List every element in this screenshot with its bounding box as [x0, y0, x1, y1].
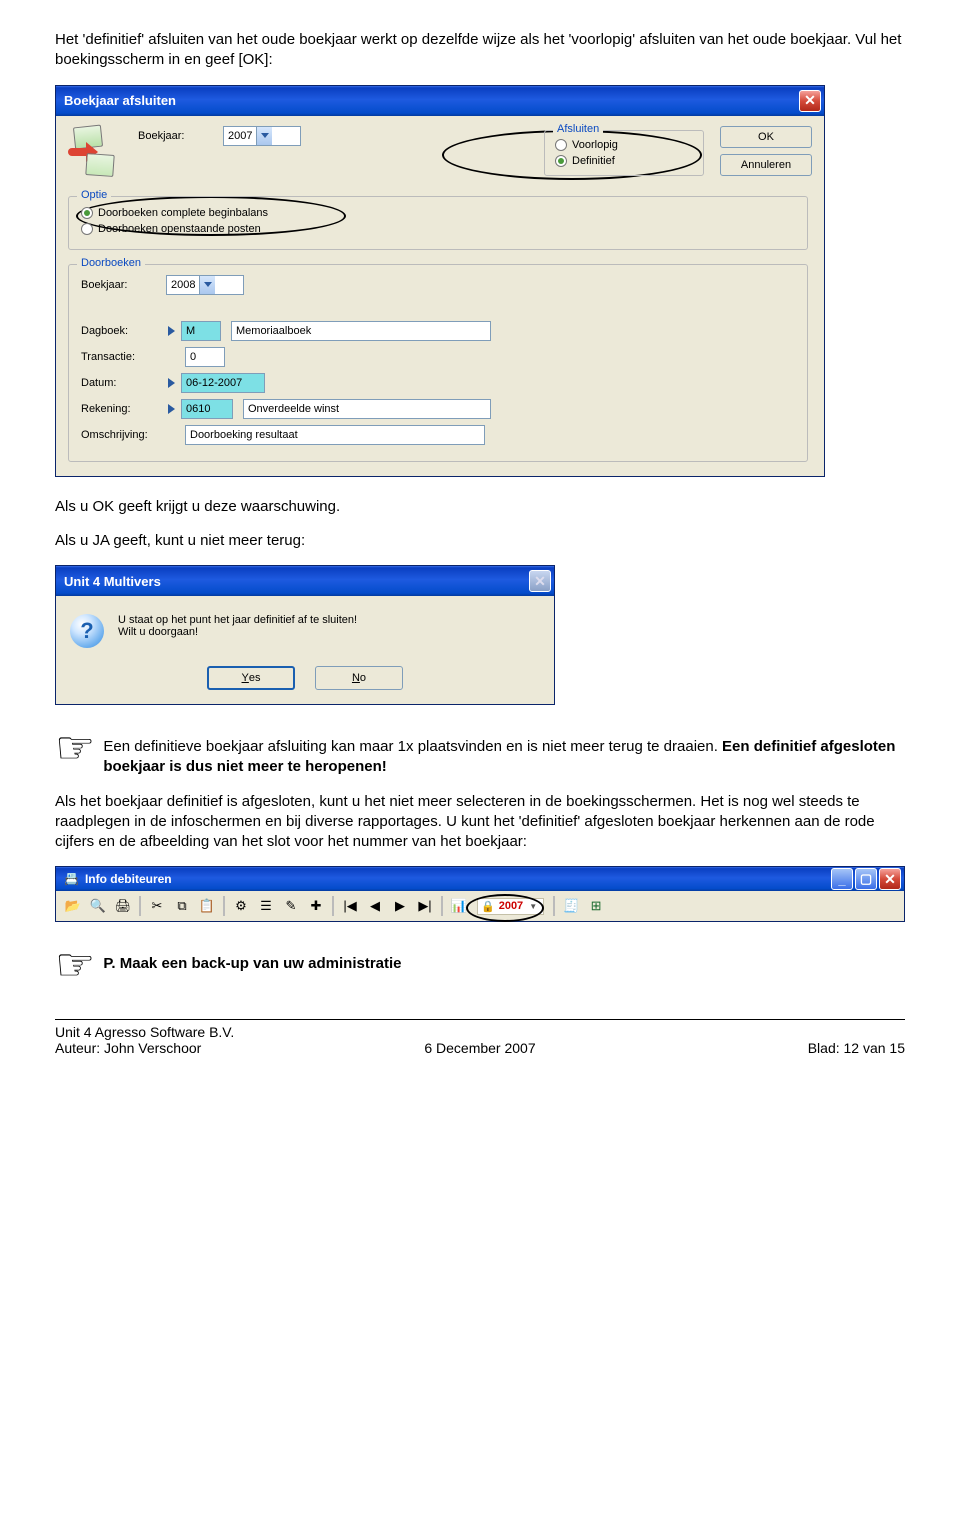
- select-boekjaar-door[interactable]: 2008: [166, 275, 244, 295]
- toolwin-title: Info debiteuren: [85, 872, 172, 886]
- pointing-hand-icon: ☞: [55, 942, 95, 987]
- toolbar-tool1-icon[interactable]: ⚙: [230, 895, 252, 917]
- radio-definitief[interactable]: Definitief: [555, 155, 693, 167]
- paragraph-ok-waarschuwing: Als u OK geeft krijgt u deze waarschuwin…: [55, 497, 905, 517]
- page-footer: Unit 4 Agresso Software B.V. Auteur: Joh…: [55, 1024, 905, 1056]
- toolwin-titlebar: 📇 Info debiteuren _ ▢ ✕: [56, 867, 904, 891]
- note-backup: P. Maak een back-up van uw administratie: [103, 954, 905, 974]
- chevron-down-icon[interactable]: [199, 276, 215, 294]
- radio-icon: [555, 139, 567, 151]
- footer-rule: [55, 1019, 905, 1020]
- toolbar-print-icon[interactable]: 🖨: [112, 895, 134, 917]
- select-boekjaar-door-value: 2008: [171, 279, 195, 291]
- triangle-right-icon[interactable]: [168, 404, 175, 414]
- input-rekening-desc: Onverdeelde winst: [243, 399, 491, 419]
- footer-date: 6 December 2007: [340, 1040, 621, 1056]
- msgbox-line2: Wilt u doorgaan!: [118, 626, 357, 638]
- minimize-icon[interactable]: _: [831, 868, 853, 890]
- radio-voorlopig-label: Voorlopig: [572, 139, 618, 151]
- radio-opt2-label: Doorboeken openstaande posten: [98, 223, 261, 235]
- footer-author: Auteur: John Verschoor: [55, 1040, 336, 1056]
- pointing-hand-icon: ☞: [55, 725, 95, 770]
- toolbar-next-icon[interactable]: ▶: [389, 895, 411, 917]
- radio-icon: [81, 223, 93, 235]
- toolbar-tool2-icon[interactable]: ☰: [255, 895, 277, 917]
- maximize-icon[interactable]: ▢: [855, 868, 877, 890]
- footer-page: Blad: 12 van 15: [625, 1040, 906, 1056]
- select-boekjaar-value: 2007: [228, 130, 252, 142]
- toolbar-paste-icon[interactable]: 📋: [196, 895, 218, 917]
- dialog-confirm: Unit 4 Multivers ✕ ? U staat op het punt…: [55, 565, 555, 705]
- note-warning: Een definitieve boekjaar afsluiting kan …: [103, 737, 905, 778]
- no-button[interactable]: No: [315, 666, 403, 690]
- group-optie-legend: Optie: [77, 189, 111, 201]
- input-transactie[interactable]: 0: [185, 347, 225, 367]
- label-boekjaar2: Boekjaar:: [81, 279, 166, 291]
- dialog-boekjaar-afsluiten: Boekjaar afsluiten ✕ Boekjaar: 2007: [55, 85, 825, 477]
- toolbar-tool4-icon[interactable]: ✚: [305, 895, 327, 917]
- input-dagboek[interactable]: M: [181, 321, 221, 341]
- input-omschrijving[interactable]: Doorboeking resultaat: [185, 425, 485, 445]
- label-boekjaar: Boekjaar:: [138, 130, 223, 142]
- toolbar-receipt-icon[interactable]: 🧾: [560, 895, 582, 917]
- yes-underline: Y: [242, 672, 249, 684]
- yes-button[interactable]: Yes: [207, 666, 295, 690]
- triangle-right-icon[interactable]: [168, 378, 175, 388]
- radio-definitief-label: Definitief: [572, 155, 615, 167]
- dialog-titlebar: Boekjaar afsluiten ✕: [56, 86, 824, 116]
- locked-year-indicator[interactable]: 🔒 2007 ▼: [477, 898, 544, 915]
- books-icon: [68, 126, 128, 181]
- no-underline: N: [352, 672, 360, 684]
- label-datum: Datum:: [81, 377, 166, 389]
- lock-icon: 🔒: [481, 900, 495, 913]
- toolbar-open-icon[interactable]: 📂: [62, 895, 84, 917]
- radio-doorboeken-openstaande[interactable]: Doorboeken openstaande posten: [81, 223, 795, 235]
- annuleren-button[interactable]: Annuleren: [720, 154, 812, 176]
- label-dagboek: Dagboek:: [81, 325, 166, 337]
- toolbar-copy-icon[interactable]: ⧉: [171, 895, 193, 917]
- toolbar-last-icon[interactable]: ▶|: [414, 895, 436, 917]
- triangle-right-icon[interactable]: [168, 326, 175, 336]
- paragraph-ja-terug: Als u JA geeft, kunt u niet meer terug:: [55, 531, 905, 551]
- no-rest: o: [360, 672, 366, 684]
- label-rekening: Rekening:: [81, 403, 166, 415]
- dialog-title: Boekjaar afsluiten: [64, 93, 176, 108]
- toolbar-chart-icon[interactable]: 📊: [448, 895, 470, 917]
- close-icon[interactable]: ✕: [879, 868, 901, 890]
- radio-doorboeken-complete[interactable]: Doorboeken complete beginbalans: [81, 207, 795, 219]
- input-dagboek-desc: Memoriaalboek: [231, 321, 491, 341]
- radio-icon: [81, 207, 93, 219]
- radio-opt1-label: Doorboeken complete beginbalans: [98, 207, 268, 219]
- toolbar-cut-icon[interactable]: ✂: [146, 895, 168, 917]
- close-icon[interactable]: ✕: [799, 90, 821, 112]
- window-info-debiteuren: 📇 Info debiteuren _ ▢ ✕ 📂 🔍 🖨 ✂ ⧉ 📋 ⚙ ☰ …: [55, 866, 905, 922]
- yes-rest: es: [249, 672, 261, 684]
- chevron-down-icon[interactable]: [256, 127, 272, 145]
- toolbar-prev-icon[interactable]: ◀: [364, 895, 386, 917]
- footer-company: Unit 4 Agresso Software B.V.: [55, 1024, 336, 1040]
- group-afsluiten-legend: Afsluiten: [553, 123, 603, 135]
- input-datum[interactable]: 06-12-2007: [181, 373, 265, 393]
- intro-paragraph: Het 'definitief' afsluiten van het oude …: [55, 30, 905, 71]
- input-rekening[interactable]: 0610: [181, 399, 233, 419]
- toolbar-binoculars-icon[interactable]: 🔍: [87, 895, 109, 917]
- paragraph-rode-cijfers: Als het boekjaar definitief is afgeslote…: [55, 792, 905, 853]
- locked-year-value: 2007: [499, 900, 523, 912]
- msgbox-titlebar: Unit 4 Multivers ✕: [56, 566, 554, 596]
- msgbox-title: Unit 4 Multivers: [64, 574, 161, 589]
- msgbox-line1: U staat op het punt het jaar definitief …: [118, 614, 357, 626]
- question-icon: ?: [70, 614, 104, 648]
- toolbar-tool3-icon[interactable]: ✎: [280, 895, 302, 917]
- select-boekjaar[interactable]: 2007: [223, 126, 301, 146]
- close-icon[interactable]: ✕: [529, 570, 551, 592]
- ok-button[interactable]: OK: [720, 126, 812, 148]
- radio-voorlopig[interactable]: Voorlopig: [555, 139, 693, 151]
- label-omschrijving: Omschrijving:: [81, 429, 166, 441]
- toolbar-first-icon[interactable]: |◀: [339, 895, 361, 917]
- radio-icon: [555, 155, 567, 167]
- label-transactie: Transactie:: [81, 351, 166, 363]
- group-doorboeken-legend: Doorboeken: [77, 257, 145, 269]
- toolbar: 📂 🔍 🖨 ✂ ⧉ 📋 ⚙ ☰ ✎ ✚ |◀ ◀ ▶ ▶| 📊 🔒 2007 ▼…: [56, 891, 904, 921]
- toolbar-export-icon[interactable]: ⊞: [585, 895, 607, 917]
